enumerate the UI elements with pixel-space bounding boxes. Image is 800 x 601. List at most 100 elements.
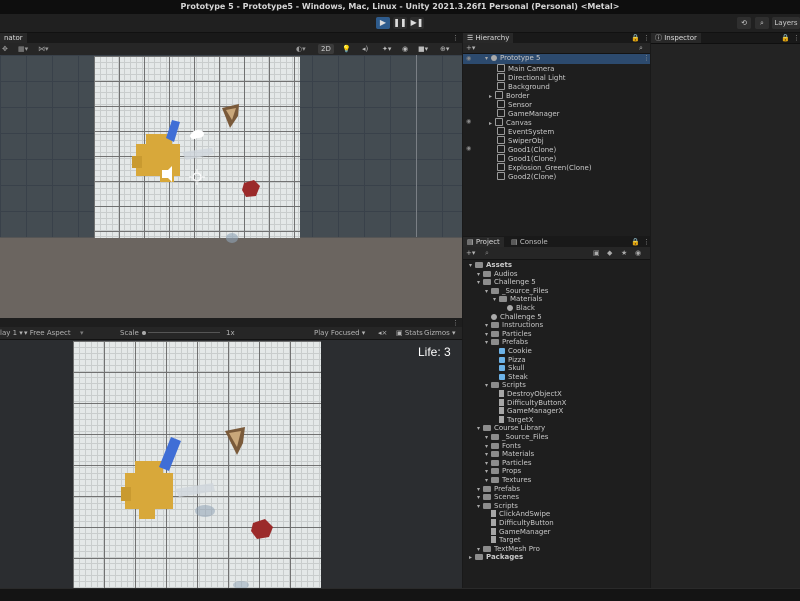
tab-animator[interactable]: nator <box>0 33 27 43</box>
tab-hierarchy[interactable]: ☰ Hierarchy <box>463 33 514 43</box>
script-file-icon <box>499 390 504 397</box>
effects-toggle-icon[interactable]: ✦▾ <box>382 43 391 55</box>
game-pizza-object[interactable] <box>225 427 245 455</box>
skull-object[interactable] <box>242 180 260 197</box>
folder-icon <box>491 468 499 475</box>
hand-tool-icon[interactable]: ✥ <box>2 43 8 55</box>
inspector-menu-icon[interactable]: ⋮ <box>793 33 800 43</box>
filter-label-icon[interactable]: ◆ <box>607 247 612 259</box>
lighting-toggle-icon[interactable]: 💡 <box>342 43 351 55</box>
aspect-dropdown[interactable]: ▾ Free Aspect <box>24 327 71 339</box>
grid-tool-icon[interactable]: ▦▾ <box>18 43 28 55</box>
project-tree-item-label: Cookie <box>508 347 532 355</box>
hierarchy-item[interactable]: EventSystem <box>497 127 554 136</box>
gameobject-icon <box>495 91 503 99</box>
inspector-lock-icon[interactable]: 🔒 <box>781 33 790 43</box>
gizmos-dropdown[interactable]: Gizmos ▾ <box>424 327 456 339</box>
hidden-objects-icon[interactable]: ◉ <box>402 43 408 55</box>
script-file-icon <box>499 398 504 406</box>
gizmos-icon[interactable]: ⊕▾ <box>440 43 449 55</box>
2d-toggle-button[interactable]: 2D <box>318 44 334 54</box>
folder-icon <box>499 296 507 303</box>
folder-icon <box>483 485 491 492</box>
mute-audio-icon[interactable]: ◂× <box>378 327 387 339</box>
audio-toggle-icon[interactable]: ◂) <box>362 43 368 55</box>
window-title: Prototype 5 - Prototype5 - Windows, Mac,… <box>0 0 800 14</box>
panel-menu-icon[interactable]: ⋮ <box>452 33 459 43</box>
folder-icon <box>491 330 499 337</box>
pause-button[interactable]: ❚❚ <box>393 17 407 29</box>
search-icon[interactable]: ⌕ <box>755 17 769 29</box>
filter-type-icon[interactable]: ▣ <box>593 247 600 259</box>
tab-project[interactable]: ▤ Project <box>463 237 504 247</box>
shading-mode-icon[interactable]: ◐▾ <box>296 43 306 55</box>
project-panel: ▤ Project ▤ Console 🔒 ⋮ +▾ ⌕ ▣ ◆ ★ ◉ ▾ As… <box>463 237 650 588</box>
project-menu-icon[interactable]: ⋮ <box>643 237 650 247</box>
project-tree-item-label: DifficultyButton <box>499 519 554 527</box>
game-cookie-object[interactable] <box>121 461 173 519</box>
project-tree-item-label: ClickAndSwipe <box>499 510 551 519</box>
history-icon[interactable]: ⟲ <box>737 17 751 29</box>
gameobject-icon <box>497 82 505 90</box>
prefab-icon <box>499 373 505 380</box>
create-asset-button[interactable]: +▾ <box>466 247 475 259</box>
hierarchy-item[interactable]: Directional Light <box>497 73 566 82</box>
hierarchy-item[interactable]: Good2(Clone) <box>497 172 556 181</box>
stats-toggle[interactable]: ▣ Stats <box>396 327 423 339</box>
step-button[interactable]: ▶❚ <box>410 17 424 29</box>
hierarchy-item[interactable]: ▸ Canvas <box>489 118 532 127</box>
gameobject-icon <box>497 154 505 162</box>
project-lock-icon[interactable]: 🔒 <box>631 237 640 247</box>
tab-console[interactable]: ▤ Console <box>507 237 552 247</box>
pizza-object[interactable] <box>222 104 239 128</box>
gameobject-icon <box>497 109 505 117</box>
material-icon <box>507 305 513 311</box>
hierarchy-item[interactable]: Explosion_Green(Clone) <box>497 163 592 172</box>
project-tree-item-label: TargetX <box>507 415 534 424</box>
project-tree-item-label: Scripts <box>502 381 526 390</box>
display-dropdown[interactable]: lay 1 ▾ <box>0 327 23 339</box>
gameobject-icon <box>495 118 503 126</box>
play-button[interactable]: ▶ <box>376 17 390 29</box>
project-tree-item-label: Audios <box>494 269 518 278</box>
visibility-eye-icon[interactable]: ◉ <box>466 145 471 152</box>
snap-tool-icon[interactable]: ⋈▾ <box>38 43 49 55</box>
hierarchy-item[interactable]: Good1(Clone) <box>497 145 556 154</box>
project-tree-item-label: Black <box>516 304 535 312</box>
hierarchy-menu-icon[interactable]: ⋮ <box>643 33 650 43</box>
favorite-icon[interactable]: ★ <box>621 247 627 259</box>
folder-icon <box>491 382 499 389</box>
hierarchy-item[interactable]: ▸ Border <box>489 91 529 100</box>
visibility-eye-icon[interactable]: ◉ <box>466 118 471 125</box>
unity-scene-icon <box>491 313 497 320</box>
scene-menu-icon[interactable]: ⋮ <box>643 53 650 63</box>
hierarchy-item[interactable]: Background <box>497 82 550 91</box>
hierarchy-item[interactable]: SwiperObj <box>497 136 544 145</box>
folder-icon <box>491 459 499 466</box>
script-file-icon <box>491 519 496 526</box>
hierarchy-item[interactable]: Main Camera <box>497 64 554 73</box>
hierarchy-item[interactable]: Sensor <box>497 100 532 109</box>
project-tree-item-label: Pizza <box>508 355 526 364</box>
hidden-packages-icon[interactable]: ◉ <box>635 247 641 259</box>
gameobject-icon <box>497 100 505 108</box>
hierarchy-scene-root[interactable]: ▾ Prototype 5 <box>485 54 540 63</box>
play-focused-dropdown[interactable]: Play Focused ▾ <box>314 327 365 339</box>
project-search-field[interactable]: ⌕ <box>485 247 489 259</box>
project-tree-item-label: Prefabs <box>502 338 528 347</box>
visibility-eye-icon[interactable]: ◉ <box>466 55 471 62</box>
scale-slider-track[interactable] <box>148 332 220 333</box>
light-gizmo-icon <box>189 169 205 185</box>
tab-inspector[interactable]: ⓘ Inspector <box>651 33 701 43</box>
add-object-button[interactable]: +▾ <box>466 43 475 53</box>
hierarchy-item[interactable]: GameManager <box>497 109 560 118</box>
project-packages-root[interactable]: ▸ Packages <box>469 553 523 562</box>
camera-icon[interactable]: ■▾ <box>418 43 428 55</box>
game-smoke-particle-2 <box>233 581 249 588</box>
hierarchy-lock-icon[interactable]: 🔒 <box>631 33 640 43</box>
scale-slider-handle[interactable] <box>142 331 146 335</box>
layers-dropdown[interactable]: Layers <box>772 17 800 29</box>
game-skull-object[interactable] <box>251 519 273 539</box>
hierarchy-search-icon[interactable]: ⌕ <box>639 43 643 53</box>
hierarchy-item[interactable]: Good1(Clone) <box>497 154 556 163</box>
